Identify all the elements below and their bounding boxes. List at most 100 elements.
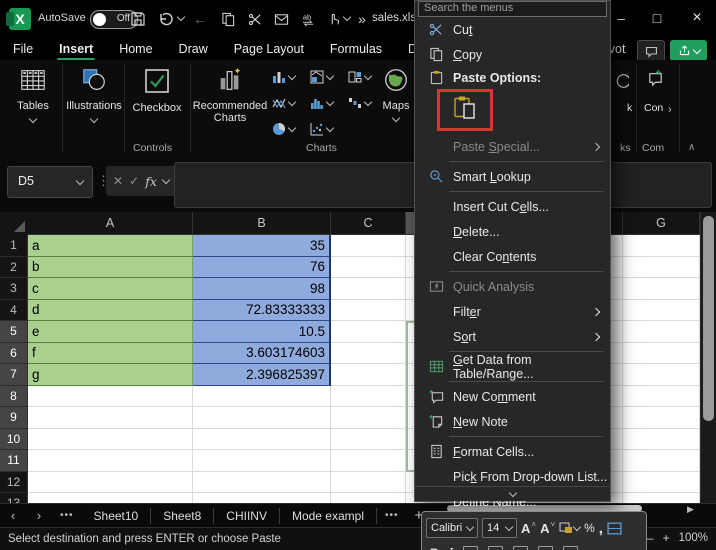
cell-A12[interactable] (28, 471, 193, 493)
recommended-charts-button[interactable]: Recommended Charts (193, 66, 267, 124)
cell-B10[interactable] (193, 428, 331, 450)
cell-C12[interactable] (331, 471, 406, 493)
undo-dropdown-icon[interactable] (176, 12, 186, 22)
cell-B1[interactable]: 35 (193, 235, 331, 257)
paste-icon[interactable] (452, 95, 478, 126)
menu-item-get-data-from-table-range[interactable]: Get Data from Table/Range... (415, 353, 610, 381)
borders-button[interactable] (463, 546, 479, 550)
font-color-button[interactable] (513, 546, 529, 550)
sheet-prev-icon[interactable]: ‹ (0, 508, 26, 523)
menu-item-cut[interactable]: Cut (415, 17, 610, 42)
column-header-G[interactable]: G (623, 212, 700, 235)
cell-A2[interactable]: b (28, 256, 193, 278)
link-icon-partial[interactable] (611, 72, 631, 95)
row-header-13[interactable]: 13 (0, 493, 28, 503)
cell-C6[interactable] (331, 342, 406, 364)
row-header-12[interactable]: 12 (0, 471, 28, 493)
share-button[interactable] (670, 40, 707, 61)
replace-icon[interactable]: ab (296, 8, 320, 30)
close-button[interactable]: × (684, 6, 710, 30)
cell-B9[interactable] (193, 407, 331, 429)
cell-A6[interactable]: f (28, 342, 193, 364)
checkbox-button[interactable]: Checkbox (128, 66, 186, 114)
cell-G5[interactable] (623, 321, 700, 343)
row-header-9[interactable]: 9 (0, 407, 28, 429)
enter-icon[interactable]: ✓ (129, 174, 139, 188)
bold-button[interactable]: B (430, 546, 439, 550)
font-name-select[interactable]: Calibri (426, 518, 478, 538)
cell-A4[interactable]: d (28, 299, 193, 321)
scatter-chart-button[interactable] (310, 122, 335, 136)
increase-font-button[interactable]: A ˄ (521, 520, 536, 536)
tab-page-layout[interactable]: Page Layout (221, 38, 317, 60)
menu-item-filter[interactable]: Filter (415, 299, 610, 324)
sheet-tab-chiinv[interactable]: CHIINV (214, 507, 280, 524)
cell-A5[interactable]: e (28, 321, 193, 343)
menu-item-new-comment[interactable]: New Comment (415, 384, 610, 409)
cell-G6[interactable] (623, 342, 700, 364)
tab-home[interactable]: Home (106, 38, 165, 60)
column-header-A[interactable]: A (28, 212, 193, 235)
cell-A10[interactable] (28, 428, 193, 450)
tab-insert[interactable]: Insert (46, 38, 106, 60)
waterfall-chart-button[interactable] (348, 96, 373, 110)
column-header-B[interactable]: B (193, 212, 331, 235)
sheet-next-icon[interactable]: › (26, 508, 52, 523)
cell-G13[interactable] (623, 493, 700, 503)
row-header-11[interactable]: 11 (0, 450, 28, 472)
percent-style-button[interactable]: % (584, 521, 595, 535)
cell-G2[interactable] (623, 256, 700, 278)
more-commands-icon[interactable]: » (350, 8, 374, 30)
fx-dropdown-icon[interactable] (161, 175, 171, 185)
cell-G8[interactable] (623, 385, 700, 407)
column-header-C[interactable]: C (331, 212, 406, 235)
pie-chart-button[interactable] (272, 122, 297, 136)
scroll-right-icon[interactable]: ▶ (687, 504, 694, 515)
cell-B6[interactable]: 3.603174603 (193, 342, 331, 364)
cell-C10[interactable] (331, 428, 406, 450)
cell-G1[interactable] (623, 235, 700, 257)
row-header-8[interactable]: 8 (0, 385, 28, 407)
hierarchy-chart-button[interactable] (348, 70, 373, 84)
save-icon[interactable] (126, 8, 150, 30)
tables-button[interactable]: Tables (10, 66, 56, 124)
cell-A9[interactable] (28, 407, 193, 429)
menu-item-quick-analysis[interactable]: Quick Analysis (415, 274, 610, 299)
cell-B13[interactable] (193, 493, 331, 503)
menu-scroll-more[interactable] (415, 486, 610, 501)
menu-item-clear-contents[interactable]: Clear Contents (415, 244, 610, 269)
menu-item-insert-cut-cells[interactable]: Insert Cut Cells... (415, 194, 610, 219)
merge-center-icon[interactable] (607, 521, 622, 536)
cell-B11[interactable] (193, 450, 331, 472)
menu-item-copy[interactable]: Copy (415, 42, 610, 67)
tab-formulas[interactable]: Formulas (317, 38, 395, 60)
minimize-button[interactable]: – (608, 6, 634, 30)
touch-mode-icon[interactable] (322, 8, 346, 30)
cell-B2[interactable]: 76 (193, 256, 331, 278)
format-button[interactable] (538, 546, 554, 550)
maps-button[interactable]: Maps (378, 66, 414, 123)
copy-icon[interactable] (216, 8, 240, 30)
cell-G12[interactable] (623, 471, 700, 493)
cell-A3[interactable]: c (28, 278, 193, 300)
row-header-4[interactable]: 4 (0, 299, 28, 321)
tab-draw[interactable]: Draw (166, 38, 221, 60)
cell-G7[interactable] (623, 364, 700, 386)
cell-C1[interactable] (331, 235, 406, 257)
maximize-button[interactable]: □ (644, 6, 670, 30)
style-button[interactable] (563, 546, 579, 550)
row-header-10[interactable]: 10 (0, 428, 28, 450)
tab-file[interactable]: File (0, 38, 46, 60)
decrease-font-button[interactable]: A ˅ (540, 520, 555, 536)
cell-G10[interactable] (623, 428, 700, 450)
cell-A8[interactable] (28, 385, 193, 407)
menu-search-input[interactable]: Search the menus (418, 1, 607, 17)
cell-C2[interactable] (331, 256, 406, 278)
line-chart-button[interactable] (272, 96, 297, 110)
cell-B8[interactable] (193, 385, 331, 407)
cell-C11[interactable] (331, 450, 406, 472)
row-header-5[interactable]: 5 (0, 321, 28, 343)
menu-item-delete[interactable]: Delete... (415, 219, 610, 244)
row-header-6[interactable]: 6 (0, 342, 28, 364)
zoom-level[interactable]: 100% (679, 532, 708, 544)
